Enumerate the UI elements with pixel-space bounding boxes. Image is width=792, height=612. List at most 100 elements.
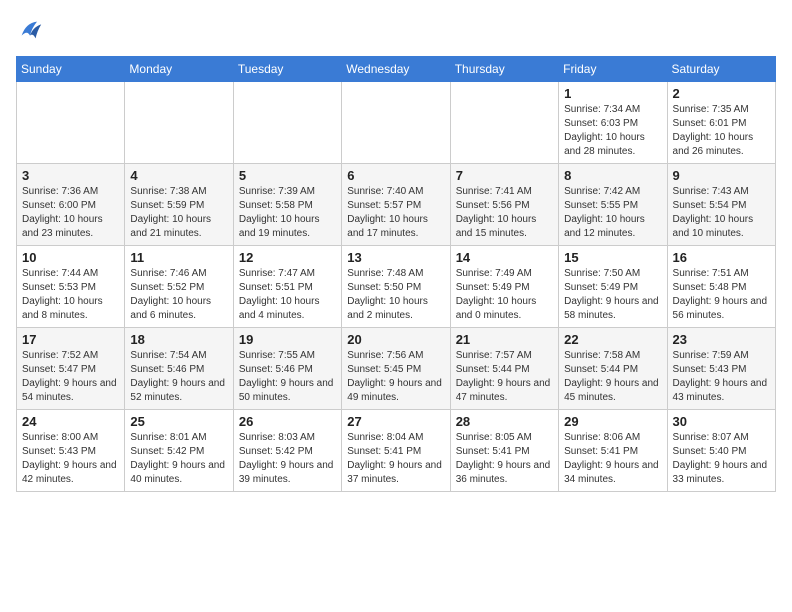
day-number: 27 (347, 414, 444, 429)
calendar-day-cell: 21Sunrise: 7:57 AM Sunset: 5:44 PM Dayli… (450, 328, 558, 410)
logo-bird-icon (16, 16, 44, 44)
calendar-day-cell: 24Sunrise: 8:00 AM Sunset: 5:43 PM Dayli… (17, 410, 125, 492)
calendar-week-row: 3 Sunrise: 7:36 AM Sunset: 6:00 PM Daylig… (17, 164, 776, 246)
day-number: 8 (564, 168, 661, 183)
day-info: Sunrise: 7:47 AM Sunset: 5:51 PM Dayligh… (239, 267, 336, 323)
calendar-day-cell: 5 Sunrise: 7:39 AM Sunset: 5:58 PM Daylig… (233, 164, 341, 246)
calendar-day-cell: 28 Sunrise: 8:05 AM Sunset: 5:41 PM Dayli… (450, 410, 558, 492)
day-number: 21 (456, 332, 553, 347)
day-info: Sunrise: 7:50 AM Sunset: 5:49 PM Dayligh… (564, 267, 661, 323)
day-info: Sunrise: 7:39 AM Sunset: 5:58 PM Dayligh… (239, 185, 336, 241)
weekday-header: Monday (125, 57, 233, 82)
calendar-day-cell (125, 82, 233, 164)
weekday-header: Saturday (667, 57, 775, 82)
weekday-header: Tuesday (233, 57, 341, 82)
day-number: 9 (673, 168, 770, 183)
day-info: Sunrise: 7:59 AM Sunset: 5:43 PM Dayligh… (673, 349, 770, 405)
day-number: 15 (564, 250, 661, 265)
calendar-day-cell: 30 Sunrise: 8:07 AM Sunset: 5:40 PM Dayli… (667, 410, 775, 492)
calendar-week-row: 17Sunrise: 7:52 AM Sunset: 5:47 PM Dayli… (17, 328, 776, 410)
day-info: Sunrise: 7:34 AM Sunset: 6:03 PM Dayligh… (564, 103, 661, 159)
day-number: 28 (456, 414, 553, 429)
calendar-day-cell: 13 Sunrise: 7:48 AM Sunset: 5:50 PM Dayli… (342, 246, 450, 328)
day-info: Sunrise: 8:05 AM Sunset: 5:41 PM Dayligh… (456, 431, 553, 487)
weekday-header: Thursday (450, 57, 558, 82)
day-info: Sunrise: 7:54 AM Sunset: 5:46 PM Dayligh… (130, 349, 227, 405)
calendar-week-row: 10 Sunrise: 7:44 AM Sunset: 5:53 PM Dayli… (17, 246, 776, 328)
calendar-day-cell: 10 Sunrise: 7:44 AM Sunset: 5:53 PM Dayli… (17, 246, 125, 328)
calendar-day-cell: 29 Sunrise: 8:06 AM Sunset: 5:41 PM Dayli… (559, 410, 667, 492)
day-info: Sunrise: 7:38 AM Sunset: 5:59 PM Dayligh… (130, 185, 227, 241)
day-number: 14 (456, 250, 553, 265)
day-number: 1 (564, 86, 661, 101)
calendar-day-cell: 22 Sunrise: 7:58 AM Sunset: 5:44 PM Dayli… (559, 328, 667, 410)
calendar-day-cell: 8 Sunrise: 7:42 AM Sunset: 5:55 PM Daylig… (559, 164, 667, 246)
logo (16, 16, 48, 44)
day-number: 11 (130, 250, 227, 265)
day-number: 3 (22, 168, 119, 183)
day-number: 4 (130, 168, 227, 183)
day-number: 5 (239, 168, 336, 183)
day-info: Sunrise: 7:51 AM Sunset: 5:48 PM Dayligh… (673, 267, 770, 323)
day-info: Sunrise: 8:06 AM Sunset: 5:41 PM Dayligh… (564, 431, 661, 487)
day-number: 19 (239, 332, 336, 347)
calendar-day-cell: 19 Sunrise: 7:55 AM Sunset: 5:46 PM Dayli… (233, 328, 341, 410)
day-info: Sunrise: 7:46 AM Sunset: 5:52 PM Dayligh… (130, 267, 227, 323)
day-number: 30 (673, 414, 770, 429)
calendar-day-cell: 6Sunrise: 7:40 AM Sunset: 5:57 PM Daylig… (342, 164, 450, 246)
day-number: 10 (22, 250, 119, 265)
day-number: 26 (239, 414, 336, 429)
day-number: 12 (239, 250, 336, 265)
day-number: 24 (22, 414, 119, 429)
page-header (16, 16, 776, 44)
day-info: Sunrise: 7:52 AM Sunset: 5:47 PM Dayligh… (22, 349, 119, 405)
weekday-header: Sunday (17, 57, 125, 82)
calendar-day-cell: 18 Sunrise: 7:54 AM Sunset: 5:46 PM Dayli… (125, 328, 233, 410)
day-number: 22 (564, 332, 661, 347)
calendar-day-cell: 4 Sunrise: 7:38 AM Sunset: 5:59 PM Daylig… (125, 164, 233, 246)
day-info: Sunrise: 7:35 AM Sunset: 6:01 PM Dayligh… (673, 103, 770, 159)
day-info: Sunrise: 7:44 AM Sunset: 5:53 PM Dayligh… (22, 267, 119, 323)
day-info: Sunrise: 8:01 AM Sunset: 5:42 PM Dayligh… (130, 431, 227, 487)
calendar-day-cell: 26 Sunrise: 8:03 AM Sunset: 5:42 PM Dayli… (233, 410, 341, 492)
calendar-day-cell: 16 Sunrise: 7:51 AM Sunset: 5:48 PM Dayli… (667, 246, 775, 328)
calendar-day-cell: 9Sunrise: 7:43 AM Sunset: 5:54 PM Daylig… (667, 164, 775, 246)
day-number: 25 (130, 414, 227, 429)
calendar-day-cell: 2 Sunrise: 7:35 AM Sunset: 6:01 PM Daylig… (667, 82, 775, 164)
day-info: Sunrise: 7:49 AM Sunset: 5:49 PM Dayligh… (456, 267, 553, 323)
day-info: Sunrise: 7:42 AM Sunset: 5:55 PM Dayligh… (564, 185, 661, 241)
calendar-day-cell: 7 Sunrise: 7:41 AM Sunset: 5:56 PM Daylig… (450, 164, 558, 246)
day-info: Sunrise: 8:03 AM Sunset: 5:42 PM Dayligh… (239, 431, 336, 487)
day-info: Sunrise: 7:40 AM Sunset: 5:57 PM Dayligh… (347, 185, 444, 241)
day-info: Sunrise: 7:36 AM Sunset: 6:00 PM Dayligh… (22, 185, 119, 241)
day-number: 7 (456, 168, 553, 183)
day-info: Sunrise: 7:48 AM Sunset: 5:50 PM Dayligh… (347, 267, 444, 323)
day-info: Sunrise: 7:55 AM Sunset: 5:46 PM Dayligh… (239, 349, 336, 405)
day-number: 16 (673, 250, 770, 265)
day-number: 18 (130, 332, 227, 347)
calendar-week-row: 1 Sunrise: 7:34 AM Sunset: 6:03 PM Daylig… (17, 82, 776, 164)
calendar-day-cell: 17Sunrise: 7:52 AM Sunset: 5:47 PM Dayli… (17, 328, 125, 410)
day-number: 2 (673, 86, 770, 101)
calendar-table: SundayMondayTuesdayWednesdayThursdayFrid… (16, 56, 776, 492)
day-info: Sunrise: 8:04 AM Sunset: 5:41 PM Dayligh… (347, 431, 444, 487)
calendar-day-cell: 15 Sunrise: 7:50 AM Sunset: 5:49 PM Dayli… (559, 246, 667, 328)
calendar-day-cell: 12 Sunrise: 7:47 AM Sunset: 5:51 PM Dayli… (233, 246, 341, 328)
calendar-day-cell (342, 82, 450, 164)
day-info: Sunrise: 7:56 AM Sunset: 5:45 PM Dayligh… (347, 349, 444, 405)
calendar-day-cell (17, 82, 125, 164)
day-number: 29 (564, 414, 661, 429)
day-info: Sunrise: 8:07 AM Sunset: 5:40 PM Dayligh… (673, 431, 770, 487)
calendar-day-cell: 3 Sunrise: 7:36 AM Sunset: 6:00 PM Daylig… (17, 164, 125, 246)
calendar-week-row: 24Sunrise: 8:00 AM Sunset: 5:43 PM Dayli… (17, 410, 776, 492)
day-number: 23 (673, 332, 770, 347)
calendar-day-cell (233, 82, 341, 164)
weekday-header: Friday (559, 57, 667, 82)
day-info: Sunrise: 7:58 AM Sunset: 5:44 PM Dayligh… (564, 349, 661, 405)
calendar-day-cell: 1 Sunrise: 7:34 AM Sunset: 6:03 PM Daylig… (559, 82, 667, 164)
day-number: 13 (347, 250, 444, 265)
weekday-header: Wednesday (342, 57, 450, 82)
day-info: Sunrise: 7:41 AM Sunset: 5:56 PM Dayligh… (456, 185, 553, 241)
calendar-day-cell: 20Sunrise: 7:56 AM Sunset: 5:45 PM Dayli… (342, 328, 450, 410)
calendar-day-cell: 27 Sunrise: 8:04 AM Sunset: 5:41 PM Dayli… (342, 410, 450, 492)
